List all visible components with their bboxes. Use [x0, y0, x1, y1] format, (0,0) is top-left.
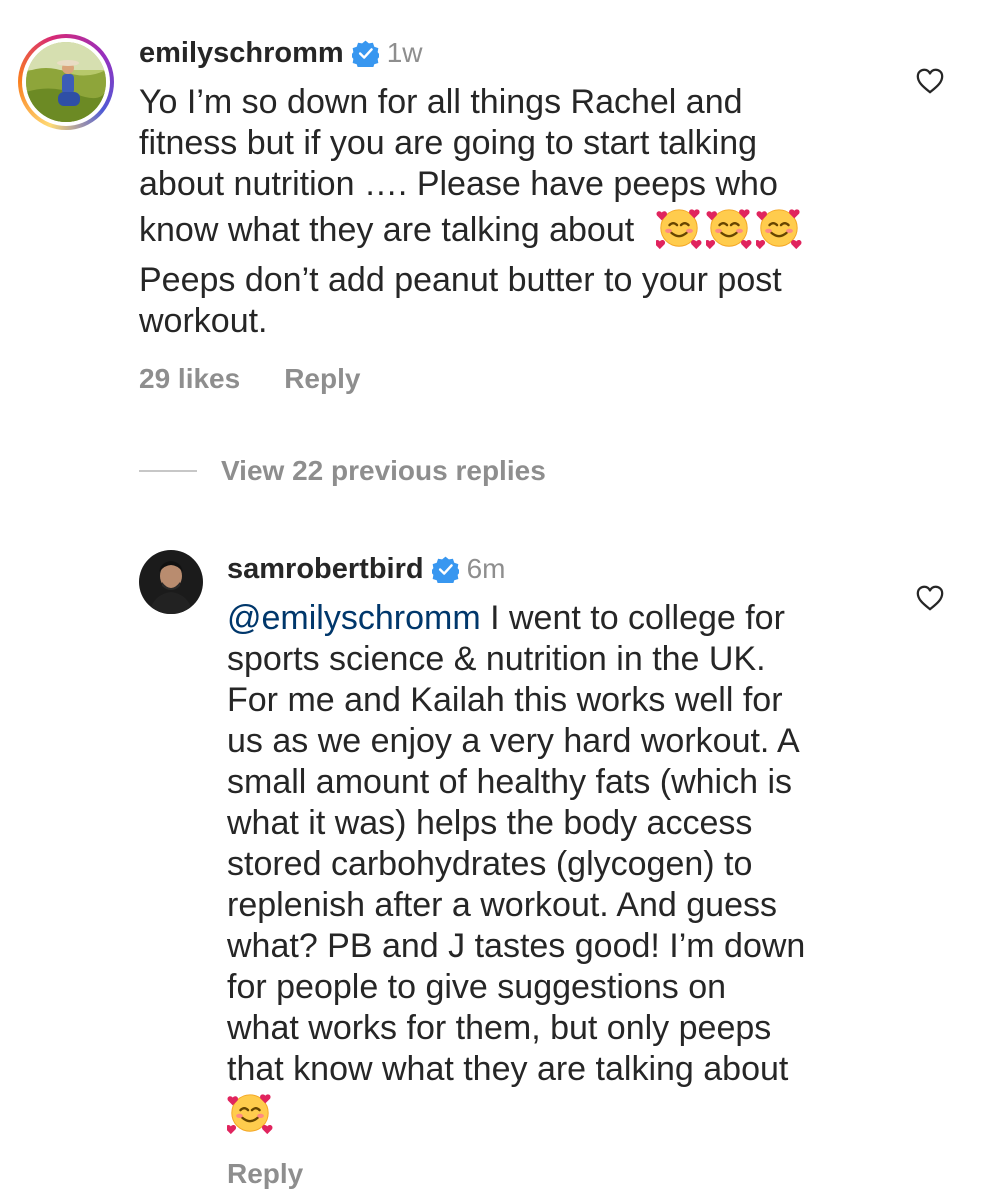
comment-header: emilyschromm 1w: [139, 34, 423, 72]
smiling-face-with-hearts-icon: [756, 205, 802, 251]
like-heart-icon[interactable]: [915, 583, 945, 613]
like-heart-icon[interactable]: [915, 66, 945, 96]
comment-line: Yo I’m so down for all things Rachel and: [139, 83, 743, 121]
smiling-face-with-hearts-icon: [227, 1090, 273, 1136]
comment-line: stored carbohydrates (glycogen) to: [227, 845, 753, 883]
comment-line: small amount of healthy fats (which is: [227, 763, 793, 801]
avatar-ring-gap: [22, 38, 110, 126]
comment-line: @emilyschromm I went to college for: [227, 598, 907, 639]
view-previous-replies[interactable]: View 22 previous replies: [139, 455, 546, 487]
comment-text: @emilyschromm I went to college for spor…: [227, 598, 907, 1136]
avatar: [26, 42, 106, 122]
comment-line: know what they are talking about: [139, 211, 635, 249]
comment-line: sports science & nutrition in the UK.: [227, 640, 766, 678]
comment-line: about nutrition …. Please have peeps who: [139, 165, 778, 203]
comment-line: for people to give suggestions on: [227, 968, 727, 1006]
comment-line: fitness but if you are going to start ta…: [139, 124, 758, 162]
comment-line: that know what they are talking about: [227, 1050, 789, 1088]
verified-badge-icon: [352, 40, 379, 67]
comment-line: what works for them, but only peeps: [227, 1009, 772, 1047]
comment-line-with-emoji: know what they are talking about: [139, 205, 899, 251]
comment-line: replenish after a workout. And guess: [227, 886, 777, 924]
username[interactable]: samrobertbird: [227, 553, 424, 586]
comment-text: Yo I’m so down for all things Rachel and…: [139, 82, 899, 342]
reply-button[interactable]: Reply: [284, 363, 360, 394]
mention-link[interactable]: @emilyschromm: [227, 599, 481, 637]
comment-line-emoji: [227, 1090, 907, 1136]
avatar[interactable]: [139, 550, 203, 614]
comment-line: workout.: [139, 302, 268, 340]
comment-header: samrobertbird 6m: [227, 550, 506, 588]
comment-meta: 29 likes Reply: [139, 363, 360, 395]
comment-line: what? PB and J tastes good! I’m down: [227, 927, 806, 965]
timestamp[interactable]: 6m: [467, 553, 506, 585]
reply-button[interactable]: Reply: [227, 1158, 303, 1189]
verified-badge-icon: [432, 556, 459, 583]
avatar-photo: [26, 42, 106, 122]
replies-divider: [139, 470, 197, 472]
comment-line: For me and Kailah this works well for: [227, 681, 783, 719]
likes-count[interactable]: 29 likes: [139, 363, 240, 394]
view-replies-label[interactable]: View 22 previous replies: [221, 455, 546, 487]
smiling-face-with-hearts-icon: [706, 205, 752, 251]
comment-line: us as we enjoy a very hard workout. A: [227, 722, 800, 760]
smiling-face-with-hearts-icon: [656, 205, 702, 251]
avatar-story-ring[interactable]: [18, 34, 114, 130]
comment-line: what it was) helps the body access: [227, 804, 753, 842]
timestamp[interactable]: 1w: [387, 37, 423, 69]
comment-line-text: I went to college for: [480, 599, 785, 637]
avatar-photo: [139, 550, 203, 614]
comment-meta: Reply: [227, 1158, 303, 1190]
username[interactable]: emilyschromm: [139, 37, 344, 70]
comment-line: Peeps don’t add peanut butter to your po…: [139, 261, 782, 299]
